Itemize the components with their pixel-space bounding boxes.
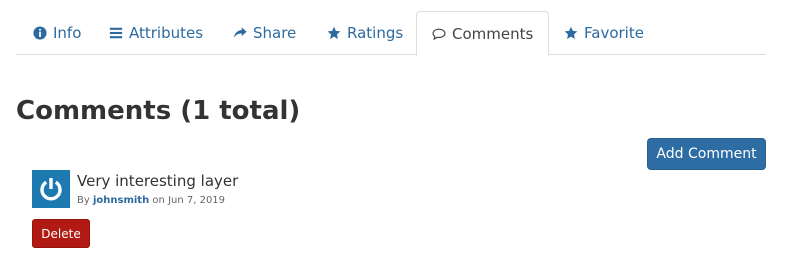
comment-text: Very interesting layer	[77, 172, 239, 190]
tab-favorite-label: Favorite	[584, 24, 644, 42]
delete-comment-button[interactable]: Delete	[32, 219, 90, 248]
tab-ratings[interactable]: Ratings	[312, 11, 418, 55]
power-icon	[40, 178, 62, 201]
tab-comments[interactable]: Comments	[416, 11, 550, 56]
tab-comments-label: Comments	[452, 24, 534, 43]
list-icon	[109, 26, 123, 40]
tab-ratings-label: Ratings	[347, 24, 404, 42]
comment-date-prefix: on	[152, 195, 165, 206]
tab-attributes[interactable]: Attributes	[94, 11, 218, 55]
tab-bar: Info Attributes Share Ratings Comments F…	[16, 11, 766, 56]
tab-favorite[interactable]: Favorite	[549, 11, 659, 55]
comment-by-prefix: By	[77, 195, 90, 206]
tab-share-label: Share	[253, 24, 297, 42]
star-icon	[564, 26, 578, 40]
share-icon	[233, 26, 247, 40]
avatar	[32, 170, 70, 208]
tab-attributes-label: Attributes	[129, 24, 204, 42]
star-icon	[327, 26, 341, 40]
tab-share[interactable]: Share	[218, 11, 311, 55]
comment-date: Jun 7, 2019	[168, 195, 226, 206]
comments-heading: Comments (1 total)	[16, 96, 301, 126]
comment-author-link[interactable]: johnsmith	[93, 195, 149, 206]
comment-icon	[432, 27, 446, 41]
comment-meta: By johnsmith on Jun 7, 2019	[77, 195, 225, 206]
add-comment-button[interactable]: Add Comment	[647, 138, 766, 170]
info-circle-icon	[33, 26, 47, 40]
tab-info-label: Info	[53, 24, 82, 42]
tab-info[interactable]: Info	[18, 11, 96, 55]
